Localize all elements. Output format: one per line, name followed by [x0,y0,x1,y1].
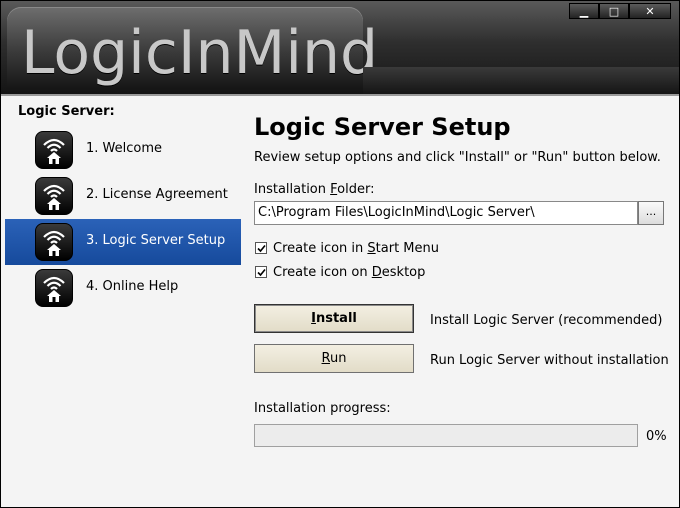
page-subtitle: Review setup options and click "Install"… [254,150,661,165]
header-banner: LogicInMind ▁ □ ✕ [1,1,679,96]
label-text: esktop [381,265,426,280]
sidebar-item-license-agreement[interactable]: 2. License Agreement [5,173,241,219]
label-accesskey: D [371,265,382,280]
run-button[interactable]: Run [254,344,414,373]
button-accesskey: R [321,351,330,366]
install-button[interactable]: Install [254,304,414,333]
checkmark-icon [257,244,266,253]
progress-percent: 0% [646,429,667,444]
label-text: Create icon on [273,265,372,280]
wifi-home-icon [35,269,73,307]
steps-sidebar: Logic Server: 1. Welcome 2. License Agre… [1,96,241,507]
label-text: Create icon in [273,241,368,256]
sidebar-item-label: 3. Logic Server Setup [86,233,226,248]
sidebar-item-label: 2. License Agreement [86,187,228,202]
banner-strip [363,67,679,94]
button-label: un [329,351,347,366]
sidebar-title: Logic Server: [18,104,115,119]
close-button[interactable]: ✕ [629,3,671,19]
window-controls: ▁ □ ✕ [569,3,671,19]
checkmark-icon [257,268,266,277]
sidebar-item-online-help[interactable]: 4. Online Help [5,265,241,311]
installation-progress-bar [254,424,638,447]
label-text: Installation [254,182,331,197]
app-logo: LogicInMind [21,18,379,88]
label-text: older: [337,182,375,197]
wifi-home-icon [35,223,73,261]
wifi-home-icon [35,131,73,169]
install-description: Install Logic Server (recommended) [430,313,663,328]
start-menu-checkbox-label: Create icon in Start Menu [273,241,439,256]
minimize-button[interactable]: ▁ [569,3,599,19]
sidebar-item-welcome[interactable]: 1. Welcome [5,127,241,173]
desktop-checkbox-label: Create icon on Desktop [273,265,425,280]
label-accesskey: S [367,241,376,256]
sidebar-item-logic-server-setup[interactable]: 3. Logic Server Setup [5,219,241,265]
setup-window: LogicInMind ▁ □ ✕ Logic Server: 1. Welco… [0,0,680,508]
start-menu-checkbox[interactable] [255,242,267,254]
run-description: Run Logic Server without installation [430,353,669,368]
installation-folder-input[interactable]: C:\Program Files\LogicInMind\Logic Serve… [254,201,638,225]
browse-button[interactable]: ... [638,201,664,225]
wifi-home-icon [35,177,73,215]
sidebar-item-label: 1. Welcome [86,141,163,156]
progress-label: Installation progress: [254,401,391,416]
desktop-checkbox[interactable] [255,266,267,278]
button-label: nstall [315,311,357,326]
page-title: Logic Server Setup [254,113,511,141]
sidebar-item-label: 4. Online Help [86,279,179,294]
maximize-button[interactable]: □ [599,3,629,19]
logo-tab: LogicInMind [7,7,378,89]
label-text: tart Menu [375,241,440,256]
installation-folder-label: Installation Folder: [254,182,374,197]
